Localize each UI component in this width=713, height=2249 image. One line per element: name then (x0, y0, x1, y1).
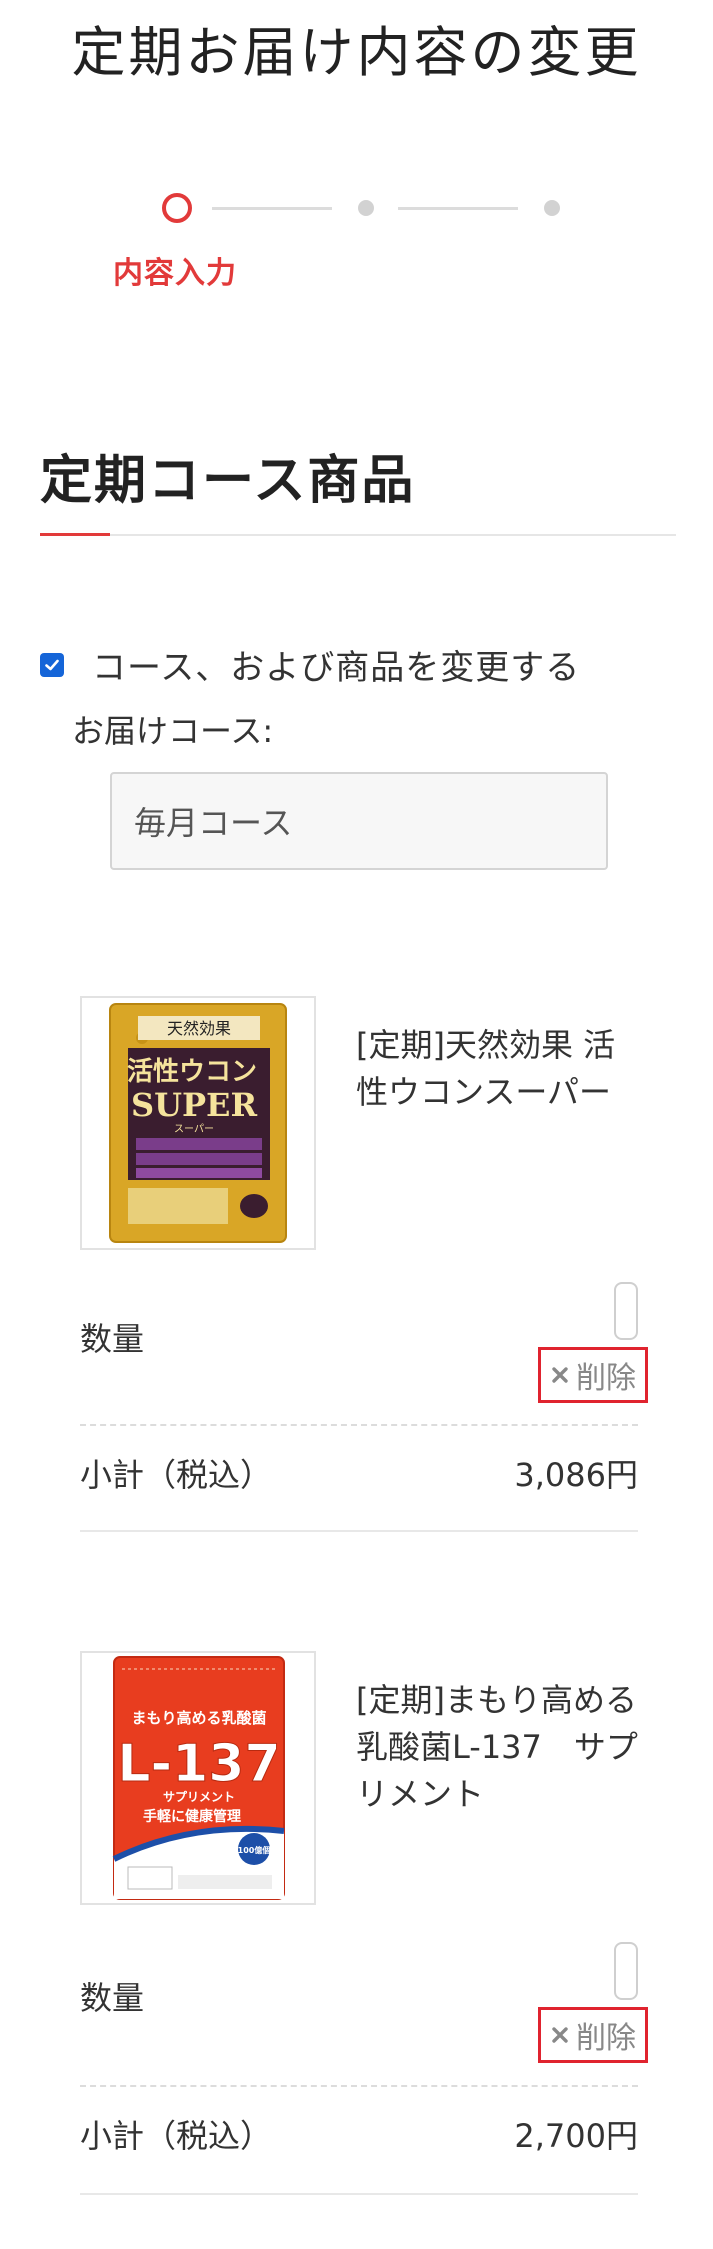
turmeric-package-image: 天然効果 活性ウコン SUPER スーパー (109, 1003, 287, 1243)
package-badge-text: 100億個 (238, 1845, 271, 1855)
delete-button[interactable]: 削除 (538, 2007, 648, 2063)
subtotal-value: 2,700円 (514, 2117, 638, 2155)
row-divider (80, 1424, 638, 1426)
package-subtitle-text: SUPER (131, 1086, 257, 1124)
delete-label: 削除 (576, 2021, 636, 2056)
step-2-indicator (358, 200, 374, 216)
product-item: まもり高める乳酸菌 L-137 サプリメント 手軽に健康管理 100億個 [定期… (80, 1651, 648, 2211)
delete-button[interactable]: 削除 (538, 1347, 648, 1403)
step-current-label: 内容入力 (113, 256, 237, 291)
subtotal-value: 3,086円 (514, 1456, 638, 1494)
quantity-input[interactable] (614, 1942, 638, 2000)
product-divider (80, 2193, 638, 2195)
package-kana-text: スーパー (174, 1123, 214, 1135)
quantity-label: 数量 (80, 1979, 145, 2017)
delivery-course-label: お届けコース: (72, 712, 274, 750)
subtotal-label: 小計（税込） (80, 1456, 273, 1494)
close-icon (550, 1365, 570, 1385)
checkmark-icon (45, 659, 59, 670)
quantity-input[interactable] (614, 1282, 638, 1340)
step-3-indicator (544, 200, 560, 216)
subtotal-label: 小計（税込） (80, 2117, 273, 2155)
package-top-text: まもり高める乳酸菌 (131, 1709, 266, 1727)
section-accent-bar (40, 533, 110, 536)
close-icon (550, 2025, 570, 2045)
section-title: 定期コース商品 (40, 451, 416, 511)
progress-stepper: 内容入力 (0, 190, 713, 300)
lactobacillus-package-image: まもり高める乳酸菌 L-137 サプリメント 手軽に健康管理 100億個 (112, 1656, 285, 1900)
product-image: 天然効果 活性ウコン SUPER スーパー (80, 996, 316, 1250)
change-course-checkbox[interactable] (40, 652, 64, 677)
step-connector (398, 207, 518, 210)
product-name[interactable]: [定期]天然効果 活性ウコンスーパー (356, 1022, 646, 1116)
package-title-text: 活性ウコン (127, 1057, 257, 1087)
product-image: まもり高める乳酸菌 L-137 サプリメント 手軽に健康管理 100億個 (80, 1651, 316, 1905)
package-tag-text: 手軽に健康管理 (143, 1808, 241, 1825)
change-course-checkbox-row[interactable]: コース、および商品を変更する (40, 640, 580, 689)
quantity-label: 数量 (80, 1320, 145, 1358)
change-course-label: コース、および商品を変更する (92, 648, 581, 688)
row-divider (80, 2085, 638, 2087)
section-divider (40, 534, 676, 536)
step-current-indicator (162, 193, 192, 223)
product-name[interactable]: [定期]まもり高める乳酸菌L-137 サプリメント (356, 1677, 646, 1818)
page-title: 定期お届け内容の変更 (71, 21, 642, 84)
package-brand-text: 天然効果 (167, 1019, 231, 1038)
delivery-course-select[interactable]: 毎月コース (110, 772, 608, 870)
product-divider (80, 1530, 638, 1532)
delete-label: 削除 (576, 1361, 636, 1396)
step-connector (212, 207, 332, 210)
package-subtitle-text: サプリメント (163, 1789, 235, 1804)
package-title-text: L-137 (117, 1734, 280, 1794)
product-item: 天然効果 活性ウコン SUPER スーパー [定期]天然効果 活性ウコンスーパー… (80, 996, 648, 1536)
